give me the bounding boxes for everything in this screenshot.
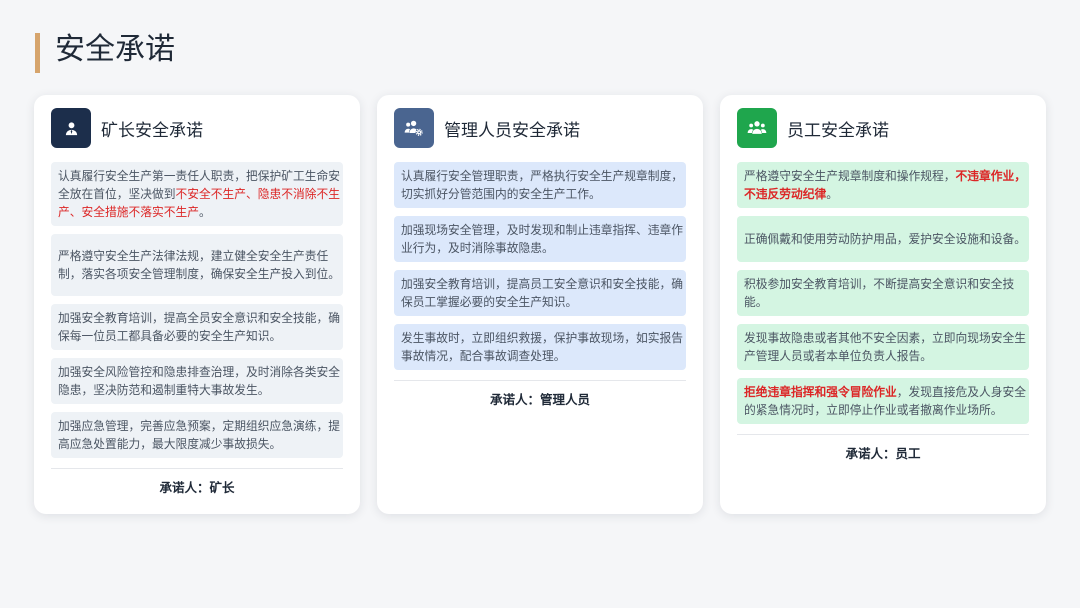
signer-label: 承诺人：管理人员	[489, 392, 590, 407]
users-icon	[737, 108, 777, 148]
card-title: 员工安全承诺	[787, 120, 889, 141]
commitment-item: 严格遵守安全生产规章制度和操作规程，不违章作业，不违反劳动纪律。	[737, 162, 1029, 208]
card-mine-manager: 矿长安全承诺 认真履行安全生产第一责任人职责，把保护矿工生命安全放在首位，坚决做…	[34, 95, 360, 514]
users-cog-icon	[394, 108, 434, 148]
commitment-text: 加强安全风险管控和隐患排查治理，及时消除各类安全隐患，坚决防范和遏制重特大事故发…	[58, 365, 340, 397]
text-segment: 。	[199, 205, 211, 219]
page-title: 安全承诺	[55, 32, 175, 67]
highlight-segment: 拒绝违章指挥和强令冒险作业	[744, 385, 897, 399]
signer-label: 承诺人：矿长	[159, 480, 235, 495]
title-accent-bar	[35, 33, 40, 73]
commitment-item: 发现事故隐患或者其他不安全因素，立即向现场安全生产管理人员或者本单位负责人报告。	[737, 324, 1029, 370]
text-segment: 。	[826, 187, 838, 201]
signer-label: 承诺人：员工	[845, 446, 921, 461]
card-employee: 员工安全承诺 严格遵守安全生产规章制度和操作规程，不违章作业，不违反劳动纪律。 …	[720, 95, 1046, 514]
commitment-text: 认真履行安全管理职责，严格执行安全生产规章制度，切实抓好分管范围内的安全生产工作…	[401, 169, 683, 201]
text-segment: 严格遵守安全生产规章制度和操作规程，	[744, 169, 956, 183]
commitment-text: 严格遵守安全生产法律法规，建立健全安全生产责任制，落实各项安全管理制度，确保安全…	[58, 249, 340, 281]
commitment-item: 正确佩戴和使用劳动防护用品，爱护安全设施和设备。	[737, 216, 1029, 262]
commitment-text: 发生事故时，立即组织救援，保护事故现场，如实报告事故情况，配合事故调查处理。	[401, 331, 683, 363]
commitment-text: 加强应急管理，完善应急预案，定期组织应急演练，提高应急处置能力，最大限度减少事故…	[58, 419, 340, 451]
commitment-text: 认真履行安全生产第一责任人职责，把保护矿工生命安全放在首位，坚决做到不安全不生产…	[58, 167, 343, 221]
commitment-list: 认真履行安全生产第一责任人职责，把保护矿工生命安全放在首位，坚决做到不安全不生产…	[51, 162, 343, 458]
card-header: 员工安全承诺	[737, 108, 1029, 148]
commitment-text: 正确佩戴和使用劳动防护用品，爱护安全设施和设备。	[744, 232, 1026, 246]
card-header: 矿长安全承诺	[51, 108, 343, 148]
commitment-item: 拒绝违章指挥和强令冒险作业，发现直接危及人身安全的紧急情况时，立即停止作业或者撤…	[737, 378, 1029, 424]
card-title: 矿长安全承诺	[101, 120, 203, 141]
card-header: 管理人员安全承诺	[394, 108, 686, 148]
commitment-text: 严格遵守安全生产规章制度和操作规程，不违章作业，不违反劳动纪律。	[744, 167, 1029, 203]
commitment-text: 加强安全教育培训，提高全员安全意识和安全技能，确保每一位员工都具备必要的安全生产…	[58, 311, 340, 343]
commitment-item: 积极参加安全教育培训，不断提高安全意识和安全技能。	[737, 270, 1029, 316]
commitment-text: 积极参加安全教育培训，不断提高安全意识和安全技能。	[744, 277, 1015, 309]
card-title: 管理人员安全承诺	[444, 120, 580, 141]
commitment-item: 严格遵守安全生产法律法规，建立健全安全生产责任制，落实各项安全管理制度，确保安全…	[51, 234, 343, 296]
commitment-item: 加强安全教育培训，提高员工安全意识和安全技能，确保员工掌握必要的安全生产知识。	[394, 270, 686, 316]
commitment-text: 发现事故隐患或者其他不安全因素，立即向现场安全生产管理人员或者本单位负责人报告。	[744, 331, 1026, 363]
commitment-item: 发生事故时，立即组织救援，保护事故现场，如实报告事故情况，配合事故调查处理。	[394, 324, 686, 370]
commitment-list: 严格遵守安全生产规章制度和操作规程，不违章作业，不违反劳动纪律。 正确佩戴和使用…	[737, 162, 1029, 424]
commitment-item: 加强安全风险管控和隐患排查治理，及时消除各类安全隐患，坚决防范和遏制重特大事故发…	[51, 358, 343, 404]
commitment-item: 加强应急管理，完善应急预案，定期组织应急演练，提高应急处置能力，最大限度减少事故…	[51, 412, 343, 458]
commitment-item: 认真履行安全生产第一责任人职责，把保护矿工生命安全放在首位，坚决做到不安全不生产…	[51, 162, 343, 226]
user-tie-icon	[51, 108, 91, 148]
commitment-item: 加强安全教育培训，提高全员安全意识和安全技能，确保每一位员工都具备必要的安全生产…	[51, 304, 343, 350]
commitment-text: 加强安全教育培训，提高员工安全意识和安全技能，确保员工掌握必要的安全生产知识。	[401, 277, 683, 309]
commitment-text: 拒绝违章指挥和强令冒险作业，发现直接危及人身安全的紧急情况时，立即停止作业或者撤…	[744, 383, 1029, 419]
commitment-list: 认真履行安全管理职责，严格执行安全生产规章制度，切实抓好分管范围内的安全生产工作…	[394, 162, 686, 370]
commitment-text: 加强现场安全管理，及时发现和制止违章指挥、违章作业行为，及时消除事故隐患。	[401, 223, 683, 255]
commitment-item: 加强现场安全管理，及时发现和制止违章指挥、违章作业行为，及时消除事故隐患。	[394, 216, 686, 262]
card-management: 管理人员安全承诺 认真履行安全管理职责，严格执行安全生产规章制度，切实抓好分管范…	[377, 95, 703, 514]
commitment-item: 认真履行安全管理职责，严格执行安全生产规章制度，切实抓好分管范围内的安全生产工作…	[394, 162, 686, 208]
